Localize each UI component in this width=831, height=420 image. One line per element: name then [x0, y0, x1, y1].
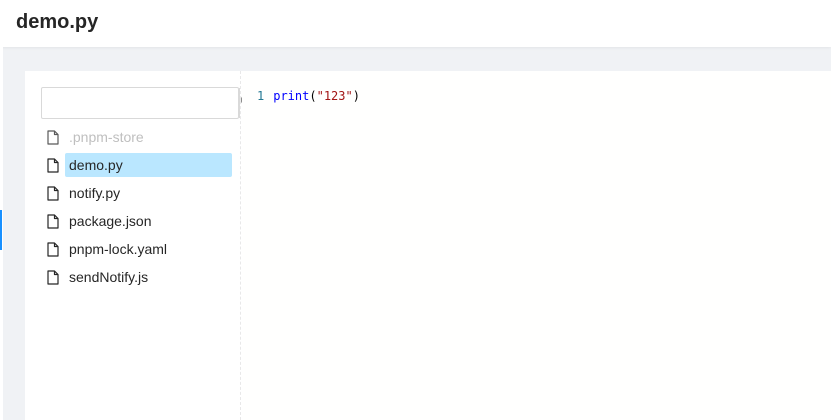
- search-box: [41, 87, 254, 119]
- file-item-pnpm-store[interactable]: .pnpm-store: [41, 123, 241, 151]
- file-icon: [41, 209, 65, 233]
- file-icon: [41, 125, 65, 149]
- left-nav-active-indicator: [0, 210, 2, 250]
- file-name: .pnpm-store: [69, 129, 144, 145]
- file-item-pnpm-lock-yaml[interactable]: pnpm-lock.yaml: [41, 235, 241, 263]
- code-function-token: print: [273, 89, 310, 103]
- page-title: demo.py: [16, 11, 99, 33]
- file-item-sendnotify-js[interactable]: sendNotify.js: [41, 263, 241, 291]
- search-input[interactable]: [42, 88, 239, 118]
- file-item-notify-py[interactable]: notify.py: [41, 179, 241, 207]
- file-tree: .pnpm-store demo.py notify.py package.js…: [41, 123, 241, 291]
- file-sidebar: .pnpm-store demo.py notify.py package.js…: [25, 71, 254, 420]
- file-icon: [41, 153, 65, 177]
- file-item-package-json[interactable]: package.json: [41, 207, 241, 235]
- file-name: notify.py: [69, 185, 121, 201]
- content-panel: .pnpm-store demo.py notify.py package.js…: [25, 71, 831, 420]
- code-editor[interactable]: 1 print("123"): [242, 71, 831, 420]
- file-icon: [41, 181, 65, 205]
- file-name: pnpm-lock.yaml: [69, 241, 168, 257]
- file-icon: [41, 265, 65, 289]
- line-number: 1: [257, 89, 265, 103]
- file-item-demo-py[interactable]: demo.py: [41, 151, 241, 179]
- file-name: package.json: [69, 213, 152, 229]
- page-header: demo.py: [0, 0, 831, 47]
- file-name: sendNotify.js: [69, 269, 149, 285]
- code-line: 1 print("123"): [257, 88, 360, 104]
- code-paren-close: ): [352, 89, 360, 103]
- file-icon: [41, 237, 65, 261]
- code-paren-open: (: [309, 89, 317, 103]
- file-name: demo.py: [65, 153, 232, 177]
- code-string-token: "123": [316, 89, 353, 103]
